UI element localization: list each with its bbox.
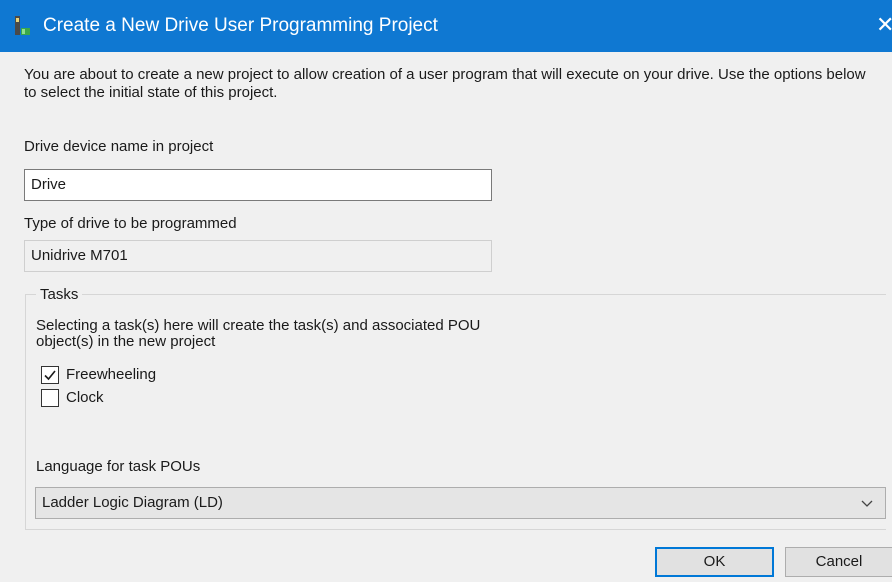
clock-label[interactable]: Clock bbox=[66, 389, 104, 407]
language-selected-value: Ladder Logic Diagram (LD) bbox=[42, 494, 223, 511]
window-title: Create a New Drive User Programming Proj… bbox=[43, 15, 438, 36]
device-name-input[interactable]: Drive bbox=[24, 169, 492, 201]
language-select[interactable]: Ladder Logic Diagram (LD) bbox=[35, 487, 886, 519]
freewheeling-checkbox[interactable] bbox=[41, 366, 59, 384]
cancel-button[interactable]: Cancel bbox=[785, 547, 892, 577]
checkmark-icon bbox=[44, 370, 56, 381]
chevron-down-icon bbox=[861, 500, 873, 507]
close-icon[interactable]: ✕ bbox=[876, 12, 892, 38]
title-bar: Create a New Drive User Programming Proj… bbox=[0, 0, 892, 52]
tasks-description-line2: object(s) in the new project bbox=[36, 333, 216, 350]
intro-text: You are about to create a new project to… bbox=[24, 66, 866, 101]
drive-project-icon bbox=[12, 15, 34, 37]
drive-type-label: Type of drive to be programmed bbox=[24, 215, 237, 232]
clock-checkbox[interactable] bbox=[41, 389, 59, 407]
ok-button[interactable]: OK bbox=[655, 547, 774, 577]
device-name-label: Drive device name in project bbox=[24, 138, 214, 155]
tasks-group-title: Tasks bbox=[36, 286, 83, 304]
freewheeling-label[interactable]: Freewheeling bbox=[66, 366, 156, 384]
language-label: Language for task POUs bbox=[36, 458, 201, 475]
drive-type-field: Unidrive M701 bbox=[24, 240, 492, 272]
